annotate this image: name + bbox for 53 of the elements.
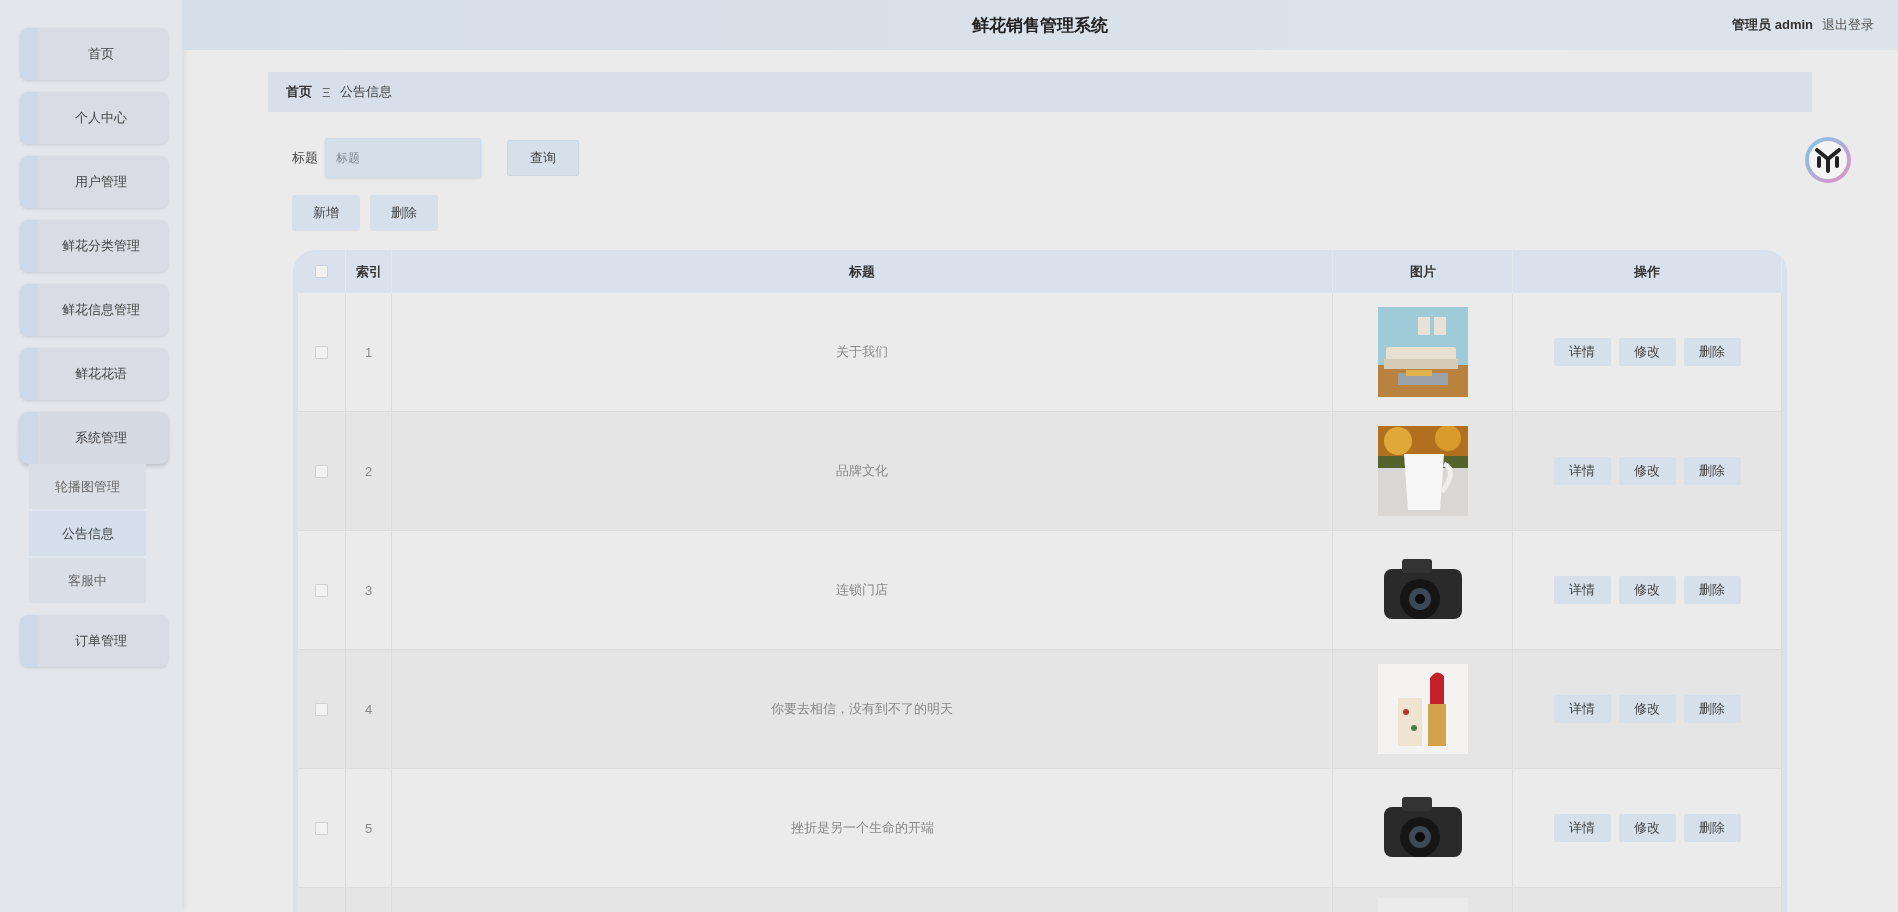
- title-search-field[interactable]: 标题: [325, 138, 481, 178]
- logo-icon[interactable]: [1804, 136, 1852, 184]
- details-button[interactable]: 详情: [1553, 457, 1611, 485]
- index-cell: 3: [346, 531, 392, 650]
- menu-item[interactable]: 首页: [20, 28, 168, 80]
- menu-item[interactable]: 鲜花花语: [20, 348, 168, 400]
- edit-button[interactable]: 修改: [1618, 814, 1676, 842]
- title-cell: 品牌文化: [392, 412, 1333, 531]
- index-cell: 1: [346, 293, 392, 412]
- delete-button[interactable]: 删除: [1683, 576, 1741, 604]
- menu-item[interactable]: 系统管理: [20, 412, 168, 464]
- logout-link[interactable]: 退出登录: [1822, 16, 1874, 34]
- breadcrumb-current: 公告信息: [340, 83, 393, 101]
- row-checkbox[interactable]: [315, 583, 328, 597]
- index-cell: 4: [346, 650, 392, 769]
- menu-item[interactable]: 个人中心: [20, 92, 168, 144]
- row-checkbox[interactable]: [315, 702, 328, 716]
- menu-item[interactable]: 鲜花信息管理: [20, 284, 168, 336]
- app-title: 鲜花销售管理系统: [972, 14, 1108, 37]
- index-cell: 2: [346, 412, 392, 531]
- edit-button[interactable]: 修改: [1618, 695, 1676, 723]
- user-label: 管理员 admin: [1732, 16, 1813, 34]
- index-cell: 5: [346, 769, 392, 888]
- delete-button[interactable]: 删除: [1683, 814, 1741, 842]
- details-button[interactable]: 详情: [1553, 338, 1611, 366]
- title-cell: 你要去相信，没有到不了的明天: [392, 650, 1333, 769]
- edit-button[interactable]: 修改: [1618, 338, 1676, 366]
- menu-item[interactable]: 订单管理: [20, 615, 168, 667]
- delete-button[interactable]: 删除: [1683, 695, 1741, 723]
- select-all-checkbox[interactable]: [315, 265, 328, 278]
- details-button[interactable]: 详情: [1553, 814, 1611, 842]
- edit-button[interactable]: 修改: [1618, 457, 1676, 485]
- delete-button[interactable]: 删除: [370, 195, 438, 231]
- menu-item[interactable]: 鲜花分类管理: [20, 220, 168, 272]
- row-checkbox[interactable]: [315, 464, 328, 478]
- delete-button[interactable]: 删除: [1683, 338, 1741, 366]
- breadcrumb-home[interactable]: 首页: [286, 83, 312, 101]
- breadcrumb-separator: Ξ: [322, 84, 331, 100]
- add-button[interactable]: 新增: [292, 195, 360, 231]
- submenu-item[interactable]: 公告信息: [29, 511, 146, 556]
- query-button[interactable]: 查询: [507, 140, 579, 176]
- details-button[interactable]: 详情: [1553, 576, 1611, 604]
- title-cell: 关于我们: [392, 293, 1333, 412]
- menu-item[interactable]: 用户管理: [20, 156, 168, 208]
- row-checkbox[interactable]: [315, 345, 328, 359]
- submenu-item[interactable]: 轮播图管理: [29, 464, 146, 509]
- submenu-item[interactable]: 客服中: [29, 558, 146, 603]
- search-label: 标题: [292, 149, 318, 167]
- details-button[interactable]: 详情: [1553, 695, 1611, 723]
- edit-button[interactable]: 修改: [1618, 576, 1676, 604]
- delete-button[interactable]: 删除: [1683, 457, 1741, 485]
- row-checkbox[interactable]: [315, 821, 328, 835]
- title-cell: 连锁门店: [392, 531, 1333, 650]
